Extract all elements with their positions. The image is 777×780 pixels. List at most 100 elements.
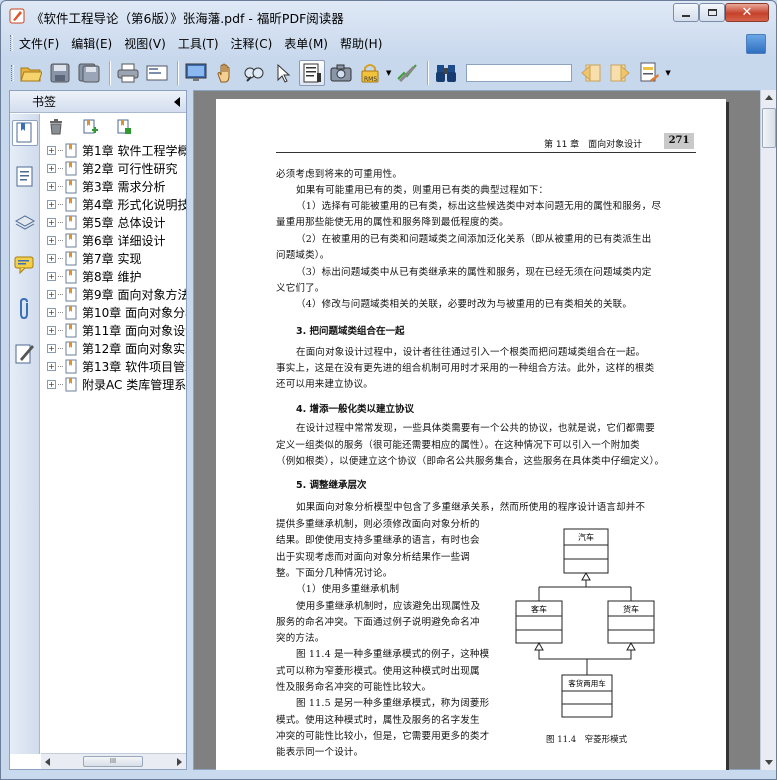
tab-attachments[interactable]	[12, 296, 38, 322]
menu-comment[interactable]: 注释(C)	[225, 35, 279, 52]
text-line: 出于实现考虑而对面向对象分析结果作一些调	[276, 551, 471, 563]
expand-icon[interactable]: +	[47, 289, 56, 299]
hand-tool-button[interactable]	[212, 60, 238, 86]
text-line: 在设计过程中常常发现，一些具体类需要有一个公共的协议，也就是说，它们都需要	[296, 423, 655, 434]
bookmark-properties-button[interactable]	[115, 118, 133, 136]
bookmark-item[interactable]: + 第5章 总体设计	[43, 213, 186, 231]
menu-tools[interactable]: 工具(T)	[172, 35, 225, 52]
expand-icon[interactable]: +	[47, 199, 56, 209]
bookmark-item[interactable]: + 第4章 形式化说明技	[43, 195, 186, 213]
bookmark-label: 第8章 维护	[82, 269, 142, 284]
expand-icon[interactable]: +	[47, 379, 56, 389]
bookmark-label: 第12章 面向对象实现	[82, 341, 186, 356]
menu-view[interactable]: 视图(V)	[118, 35, 172, 52]
bookmark-icon	[65, 233, 77, 247]
title-bar: 《软件工程导论（第6版）》张海藩.pdf - 福昕PDF阅读器 ✕	[1, 1, 776, 31]
section-heading: 3. 把问题域类组合在一起	[296, 326, 405, 337]
highlight-dropdown-icon[interactable]: ▼	[665, 69, 670, 77]
pdf-page[interactable]: 第 11 章 面向对象设计 271 必须考虑到将来的可重用性。 如果有可能重用已…	[216, 99, 726, 771]
tree-connector	[58, 347, 63, 349]
expand-icon[interactable]: +	[47, 217, 56, 227]
bookmark-item[interactable]: + 第13章 软件项目管理	[43, 357, 186, 375]
bookmark-item[interactable]: + 第7章 实现	[43, 249, 186, 267]
bookmark-item[interactable]: + 第9章 面向对象方法	[43, 285, 186, 303]
highlight-button[interactable]	[636, 60, 662, 86]
scroll-up-icon[interactable]	[765, 95, 773, 100]
bookmark-label: 第5章 总体设计	[82, 215, 166, 230]
rms-dropdown-icon[interactable]: ▼	[386, 69, 391, 77]
scroll-down-icon[interactable]	[765, 760, 773, 765]
find-previous-button[interactable]	[578, 60, 604, 86]
snapshot-zoom-button[interactable]	[241, 60, 267, 86]
expand-icon[interactable]: +	[47, 307, 56, 317]
tab-pages[interactable]	[12, 164, 38, 190]
open-button[interactable]	[18, 60, 44, 86]
select-button[interactable]	[270, 60, 296, 86]
bookmark-item[interactable]: + 第6章 详细设计	[43, 231, 186, 249]
save-button[interactable]	[47, 60, 73, 86]
tab-signatures[interactable]	[12, 340, 38, 366]
delete-bookmark-button[interactable]	[47, 118, 65, 136]
menu-form[interactable]: 表单(M)	[278, 35, 334, 52]
expand-icon[interactable]: +	[47, 325, 56, 335]
bookmark-item[interactable]: + 附录AC 类库管理系统	[43, 375, 186, 393]
expand-icon[interactable]: +	[47, 361, 56, 371]
menu-file[interactable]: 文件(F)	[13, 35, 65, 52]
expand-icon[interactable]: +	[47, 271, 56, 281]
scroll-left-icon[interactable]	[45, 757, 50, 766]
maximize-button[interactable]	[699, 3, 725, 22]
bookmark-label: 第10章 面向对象分析	[82, 305, 186, 320]
expand-icon[interactable]: +	[47, 343, 56, 353]
document-vertical-scrollbar[interactable]	[760, 90, 776, 770]
document-view[interactable]: 第 11 章 面向对象设计 271 必须考虑到将来的可重用性。 如果有可能重用已…	[193, 90, 761, 771]
sidebar-horizontal-scrollbar[interactable]: III	[41, 753, 186, 769]
tree-connector	[58, 365, 63, 367]
tab-layers[interactable]	[12, 208, 38, 234]
expand-icon[interactable]: +	[47, 235, 56, 245]
expand-icon[interactable]: +	[47, 253, 56, 263]
menu-edit[interactable]: 编辑(E)	[65, 35, 118, 52]
menu-help[interactable]: 帮助(H)	[334, 35, 388, 52]
bookmark-item[interactable]: + 第3章 需求分析	[43, 177, 186, 195]
minimize-button[interactable]	[673, 3, 699, 22]
sign-button[interactable]	[394, 60, 420, 86]
bookmark-label: 第11章 面向对象设计	[82, 323, 186, 338]
vertical-scroll-thumb[interactable]	[762, 108, 776, 148]
fullscreen-button[interactable]	[183, 60, 209, 86]
select-text-button[interactable]	[299, 60, 325, 86]
scroll-right-icon[interactable]	[177, 757, 182, 766]
email-button[interactable]	[144, 60, 170, 86]
running-header: 第 11 章 面向对象设计	[544, 140, 643, 150]
bookmark-item[interactable]: + 第12章 面向对象实现	[43, 339, 186, 357]
menu-bar: 文件(F) 编辑(E) 视图(V) 工具(T) 注释(C) 表单(M) 帮助(H…	[1, 31, 776, 55]
expand-icon[interactable]: +	[47, 181, 56, 191]
bookmark-item[interactable]: + 第10章 面向对象分析	[43, 303, 186, 321]
bookmark-item[interactable]: + 第1章 软件工程学概	[43, 141, 186, 159]
bookmark-item[interactable]: + 第8章 维护	[43, 267, 186, 285]
tab-comments[interactable]	[12, 252, 38, 278]
bookmark-icon	[65, 215, 77, 229]
camera-button[interactable]	[328, 60, 354, 86]
bookmark-item[interactable]: + 第2章 可行性研究	[43, 159, 186, 177]
class-label-car: 汽车	[578, 532, 594, 542]
horizontal-scroll-thumb[interactable]: III	[83, 756, 143, 767]
add-bookmark-button[interactable]	[81, 118, 99, 136]
restore-layout-icon[interactable]	[746, 34, 766, 54]
find-next-button[interactable]	[607, 60, 633, 86]
print-button[interactable]	[115, 60, 141, 86]
tree-connector	[58, 275, 63, 277]
rms-button[interactable]: RMS	[357, 60, 383, 86]
expand-icon[interactable]: +	[47, 145, 56, 155]
select-text-icon	[303, 63, 321, 83]
bookmark-panel-title: 书签	[32, 95, 57, 109]
save-as-button[interactable]	[76, 60, 102, 86]
bookmark-item[interactable]: + 第11章 面向对象设计	[43, 321, 186, 339]
close-button[interactable]: ✕	[725, 3, 769, 22]
collapse-panel-icon[interactable]	[174, 97, 180, 107]
expand-icon[interactable]: +	[47, 163, 56, 173]
find-button[interactable]	[433, 60, 459, 86]
maximize-icon	[707, 9, 717, 16]
bookmark-icon	[65, 251, 77, 265]
tab-bookmarks[interactable]	[12, 120, 38, 146]
search-input[interactable]	[466, 64, 573, 82]
